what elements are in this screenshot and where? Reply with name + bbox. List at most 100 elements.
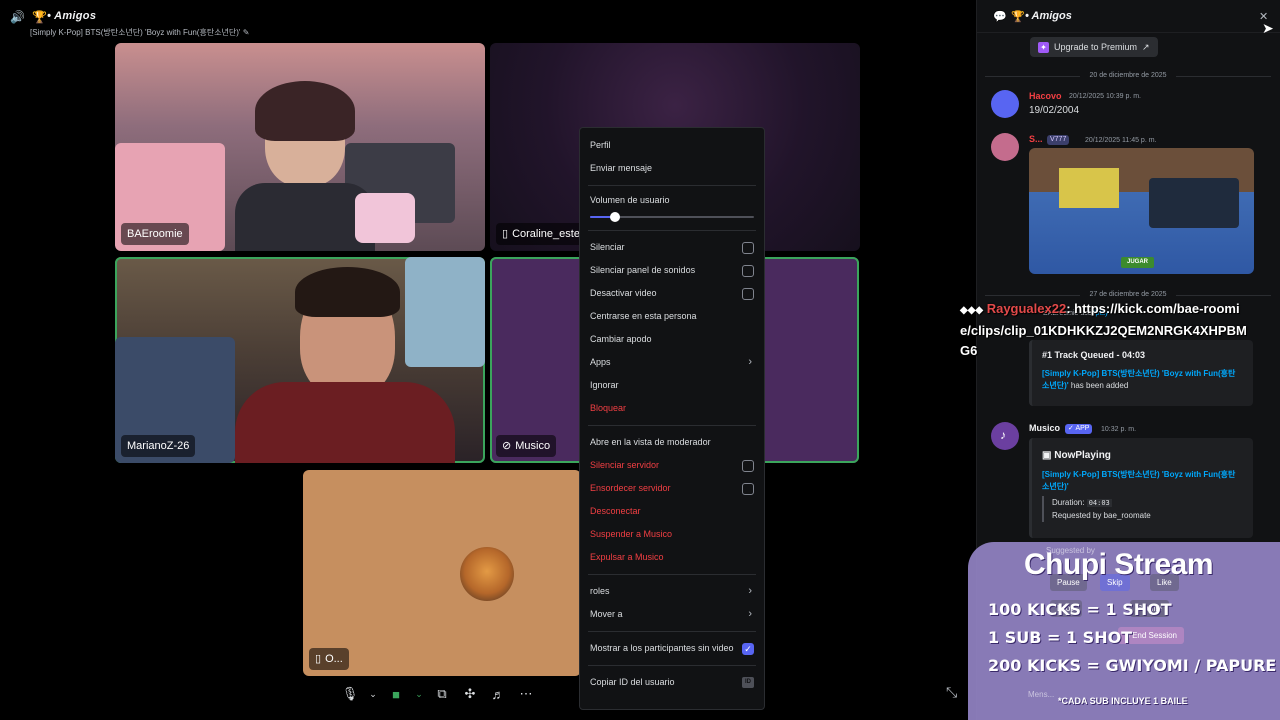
stream-rule-1: 100 KICKS = 1 SHOT	[988, 600, 1172, 619]
user-volume-slider[interactable]	[590, 209, 754, 225]
video-tile-o[interactable]: ▯ O...	[303, 470, 581, 676]
mute-checkbox[interactable]	[742, 242, 754, 254]
menu-item-block[interactable]: Bloquear	[588, 397, 756, 420]
tile-name-coraline: ▯ Coraline_estel	[496, 223, 589, 245]
game-screenshot[interactable]: JUGAR	[1029, 148, 1254, 274]
external-link-icon: ↗	[1142, 42, 1150, 52]
menu-item-move-to[interactable]: Mover a ›	[588, 603, 756, 626]
call-controls: 🎙 ⌄ ■ ⌄ ⧉ ✣ ♬ ⋯	[338, 680, 574, 708]
ellipsis-icon: ⋯	[519, 686, 533, 701]
avatar-musico[interactable]: ♪	[991, 422, 1019, 450]
game-sign	[1059, 168, 1119, 208]
pencil-icon[interactable]: ✎	[243, 28, 250, 37]
speaker-icon[interactable]: 🔊	[10, 10, 25, 24]
menu-item-send-message[interactable]: Enviar mensaje	[588, 157, 756, 180]
mic-options-button[interactable]: ⌄	[366, 682, 380, 706]
embed-track-link[interactable]: [Simply K-Pop] BTS(방탄소년단) 'Boyz with Fun…	[1042, 368, 1242, 392]
game-characters	[1149, 178, 1239, 228]
username-s[interactable]: S...	[1029, 134, 1043, 144]
video-tile-baeroomie[interactable]: BAEroomie	[115, 43, 485, 251]
menu-item-server-deafen[interactable]: Ensordecer servidor	[588, 477, 756, 500]
menu-divider	[588, 665, 756, 666]
activities-icon: ✣	[464, 686, 476, 701]
stream-rule-3: 200 KICKS = GWIYOMI / PAPURE	[988, 656, 1277, 675]
menu-item-disconnect[interactable]: Desconectar	[588, 500, 756, 523]
id-badge-icon: ID	[742, 677, 754, 688]
person-shirt	[235, 382, 455, 463]
menu-item-apps[interactable]: Apps ›	[588, 351, 756, 374]
cat-avatar	[460, 547, 514, 601]
username-musico[interactable]: Musico	[1029, 423, 1060, 433]
menu-item-suspend[interactable]: Suspender a Musico	[588, 523, 756, 546]
upgrade-premium-button[interactable]: ✦ Upgrade to Premium ↗	[1030, 37, 1158, 57]
camera-button[interactable]: ■	[384, 682, 408, 706]
stream-rules-overlay: Suggested by Pause Skip Like Loop Shuffl…	[968, 542, 1280, 720]
menu-item-disable-video[interactable]: Desactivar video	[588, 282, 756, 305]
premium-gem-icon: ✦	[1038, 41, 1049, 53]
username-hacovo[interactable]: Hacovo	[1029, 91, 1062, 101]
timestamp: 20/12/2025 10:39 p. m.	[1069, 93, 1141, 100]
more-button[interactable]: ⋯	[514, 682, 538, 706]
embed-title: ▣ NowPlaying	[1042, 450, 1111, 461]
stream-footer: *CADA SUB INCLUYE 1 BAILE	[1058, 696, 1188, 706]
microphone-button[interactable]: 🎙	[338, 682, 362, 706]
microphone-icon: 🎙	[341, 686, 359, 701]
mute-soundboard-checkbox[interactable]	[742, 265, 754, 277]
avatar-s[interactable]	[991, 133, 1019, 161]
soundboard-button[interactable]: ♬	[486, 682, 510, 706]
menu-item-mute-soundboard[interactable]: Silenciar panel de sonidos	[588, 259, 756, 282]
avatar-hacovo[interactable]	[991, 90, 1019, 118]
screen-share-icon: ⧉	[437, 686, 447, 701]
server-deafen-checkbox[interactable]	[742, 483, 754, 495]
disable-video-checkbox[interactable]	[742, 288, 754, 300]
chat-bubble-icon: 💬	[993, 11, 1007, 23]
duration-line: Duration: 04:03	[1052, 498, 1112, 507]
person-hair	[295, 267, 400, 317]
channel-name: • Amigos	[47, 10, 97, 22]
timestamp: 20/12/2025 11:45 p. m.	[1085, 137, 1157, 144]
trophy-icon: 🏆	[32, 10, 47, 24]
person-shirt	[235, 183, 375, 251]
camera-icon: ■	[392, 686, 400, 702]
menu-item-mute[interactable]: Silenciar	[588, 236, 756, 259]
menu-item-show-non-video[interactable]: Mostrar a los participantes sin video ✓	[588, 637, 756, 660]
soundboard-icon: ♬	[491, 686, 505, 702]
screen-share-button[interactable]: ⧉	[430, 682, 454, 706]
menu-item-moderator-view[interactable]: Abre en la vista de moderador	[588, 431, 756, 454]
menu-divider	[588, 185, 756, 186]
phone-icon: ▯	[502, 228, 509, 240]
exit-fullscreen-icon[interactable]: ⤡	[946, 684, 957, 701]
chevron-right-icon: ›	[748, 608, 752, 620]
chat-title: • Amigos	[1025, 10, 1072, 22]
menu-item-kick[interactable]: Expulsar a Musico	[588, 546, 756, 569]
microphone-shape	[355, 193, 415, 243]
slider-handle[interactable]	[609, 212, 620, 222]
chevron-right-icon: ›	[748, 585, 752, 597]
quote-bar	[1042, 496, 1044, 522]
tile-name-o: ▯ O...	[309, 648, 349, 670]
stream-title: Chupi Stream	[1024, 548, 1214, 581]
camera-options-button[interactable]: ⌄	[412, 682, 426, 706]
menu-item-ignore[interactable]: Ignorar	[588, 374, 756, 397]
now-playing-embed: ▣ NowPlaying [Simply K-Pop] BTS(방탄소년단) '…	[1029, 438, 1253, 538]
menu-item-focus-person[interactable]: Centrarse en esta persona	[588, 305, 756, 328]
show-non-video-checkbox[interactable]: ✓	[742, 643, 754, 655]
call-header: 🔊 🏆 • Amigos [Simply K-Pop] BTS(방탄소년단) '…	[0, 0, 975, 40]
mouse-cursor-icon: ➤	[1262, 20, 1274, 36]
server-mute-checkbox[interactable]	[742, 460, 754, 472]
discord-call-window: 🔊 🏆 • Amigos [Simply K-Pop] BTS(방탄소년단) '…	[0, 0, 1280, 720]
menu-item-profile[interactable]: Perfil	[588, 134, 756, 157]
embed-track-link[interactable]: [Simply K-Pop] BTS(방탄소년단) 'Boyz with Fun…	[1042, 469, 1242, 493]
trophy-icon: 🏆	[1011, 11, 1025, 23]
menu-item-change-nickname[interactable]: Cambiar apodo	[588, 328, 756, 351]
message-input-ghost[interactable]: Mens...	[1028, 690, 1054, 699]
video-tile-marianoz[interactable]: MarianoZ-26	[115, 257, 485, 463]
menu-item-copy-user-id[interactable]: Copiar ID del usuario ID	[588, 671, 756, 694]
menu-divider	[588, 631, 756, 632]
chat-username: Raygualex22	[986, 301, 1067, 316]
activities-button[interactable]: ✣	[458, 682, 482, 706]
menu-item-server-mute[interactable]: Silenciar servidor	[588, 454, 756, 477]
game-play-button: JUGAR	[1121, 257, 1155, 268]
menu-item-roles[interactable]: roles ›	[588, 580, 756, 603]
activity-status[interactable]: [Simply K-Pop] BTS(방탄소년단) 'Boyz with Fun…	[30, 27, 249, 38]
